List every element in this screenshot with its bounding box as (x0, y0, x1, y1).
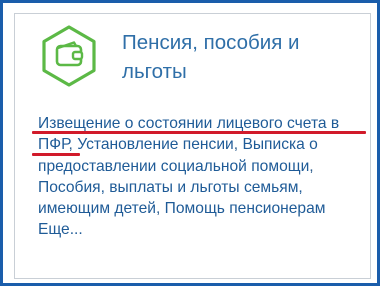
screenshot-frame: Пенсия, пособия и льготы Извещение о сос… (0, 0, 380, 286)
wallet-icon (42, 25, 96, 87)
highlight-underline-line2 (32, 153, 80, 156)
card-title-line2[interactable]: льготы (122, 57, 362, 86)
link-pensioner-help[interactable]: Помощь пенсионерам (165, 200, 326, 217)
service-category-card[interactable]: Пенсия, пособия и льготы Извещение о сос… (14, 13, 371, 279)
link-pension-assignment[interactable]: Установление пенсии (77, 136, 234, 153)
highlight-underline-line1 (32, 131, 366, 134)
more-link[interactable]: Еще... (38, 221, 83, 238)
card-title[interactable]: Пенсия, пособия и льготы (122, 28, 362, 86)
card-title-line1[interactable]: Пенсия, пособия и (122, 28, 362, 57)
